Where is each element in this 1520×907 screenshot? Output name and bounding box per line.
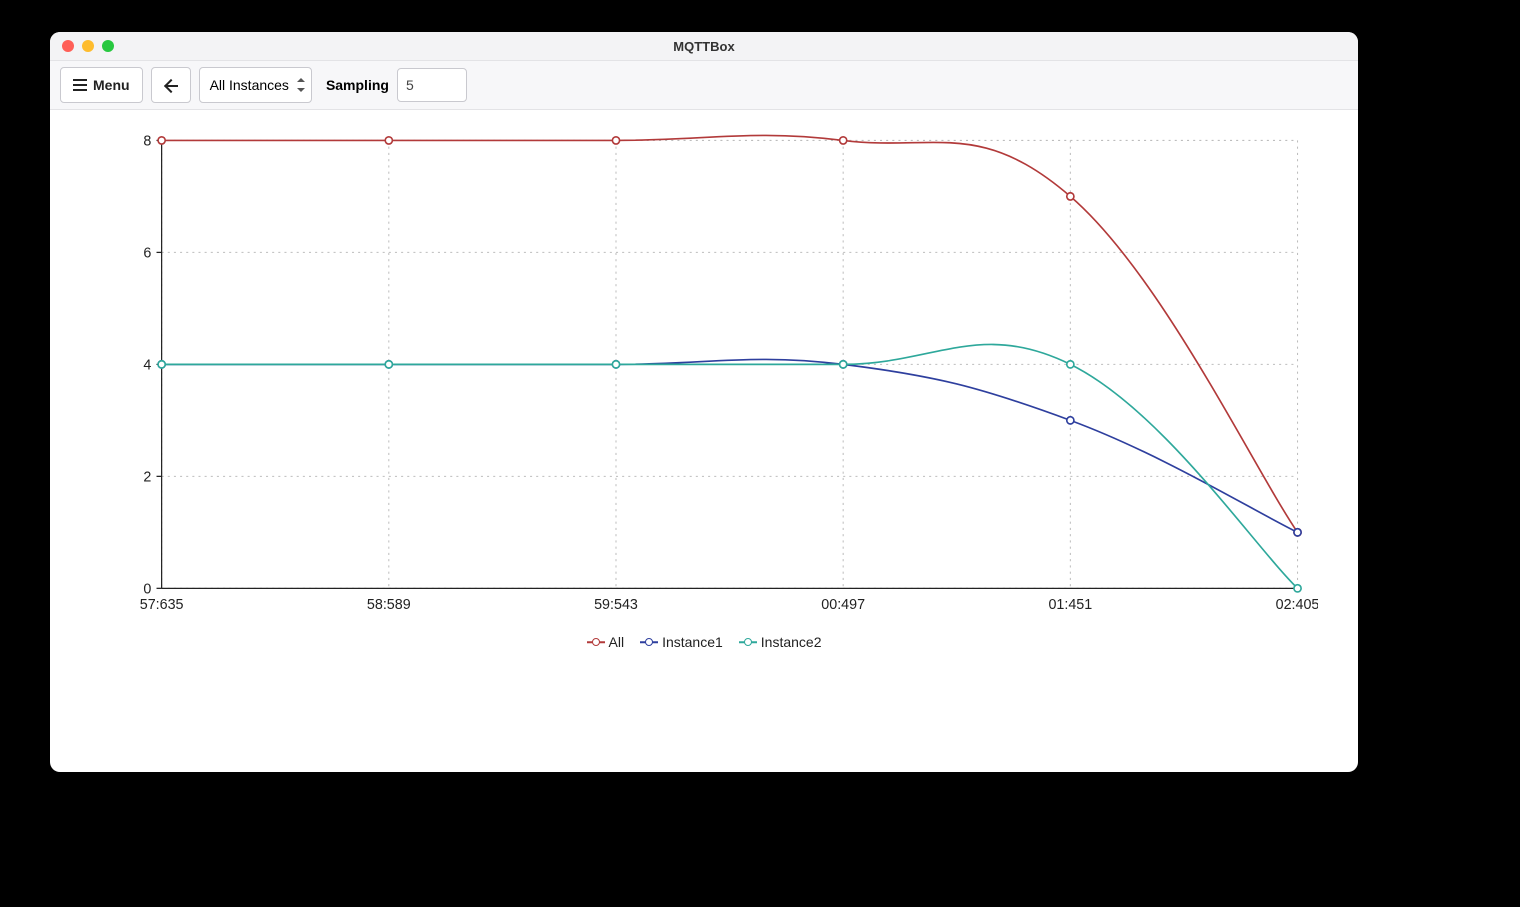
sampling-input[interactable] [397, 68, 467, 102]
titlebar: MQTTBox [50, 32, 1358, 61]
app-window: MQTTBox Menu All Instances Sampling 0 2 4 6… [50, 32, 1358, 772]
back-button[interactable] [151, 67, 191, 103]
chart-legend: All Instance1 Instance2 [50, 634, 1358, 650]
svg-text:02:405: 02:405 [1276, 597, 1318, 613]
maximize-icon[interactable] [102, 40, 114, 52]
legend-swatch-icon [640, 637, 658, 647]
chevron-updown-icon [297, 78, 305, 92]
legend-label: Instance1 [662, 634, 723, 650]
close-icon[interactable] [62, 40, 74, 52]
menu-button[interactable]: Menu [60, 67, 143, 103]
hamburger-icon [73, 79, 87, 91]
chart: 0 2 4 6 8 57:635 58:589 59:543 00:497 01:451 02:40… [90, 130, 1318, 630]
svg-text:8: 8 [143, 134, 151, 150]
svg-text:58:589: 58:589 [367, 597, 411, 613]
window-title: MQTTBox [50, 39, 1358, 54]
legend-item[interactable]: Instance2 [739, 634, 822, 650]
svg-text:01:451: 01:451 [1048, 597, 1092, 613]
menu-button-label: Menu [93, 77, 130, 93]
legend-swatch-icon [587, 637, 605, 647]
svg-text:57:635: 57:635 [140, 597, 184, 613]
legend-label: All [609, 634, 625, 650]
legend-label: Instance2 [761, 634, 822, 650]
arrow-left-icon [164, 78, 178, 92]
instance-select-value: All Instances [210, 77, 289, 93]
instance-select[interactable]: All Instances [199, 67, 312, 103]
svg-text:4: 4 [143, 357, 151, 373]
minimize-icon[interactable] [82, 40, 94, 52]
legend-item[interactable]: All [587, 634, 625, 650]
legend-swatch-icon [739, 637, 757, 647]
svg-text:00:497: 00:497 [821, 597, 865, 613]
svg-text:6: 6 [143, 245, 151, 261]
svg-text:0: 0 [143, 581, 151, 597]
window-controls [50, 40, 114, 52]
sampling-label: Sampling [326, 77, 389, 93]
toolbar: Menu All Instances Sampling [50, 61, 1358, 110]
legend-item[interactable]: Instance1 [640, 634, 723, 650]
svg-text:59:543: 59:543 [594, 597, 638, 613]
svg-text:2: 2 [143, 469, 151, 485]
